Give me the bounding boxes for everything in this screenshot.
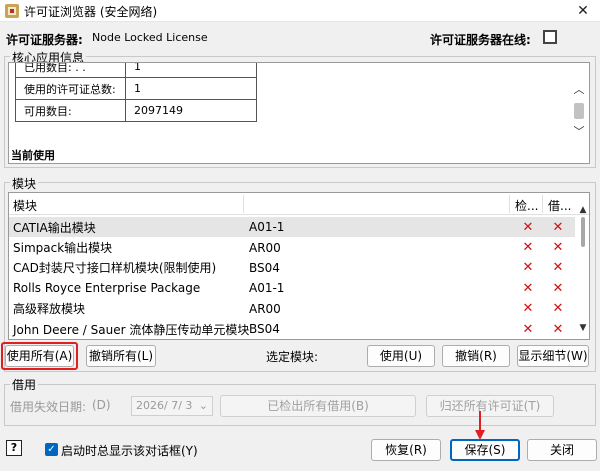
current-use-label: 当前使用 — [11, 149, 55, 162]
table-row[interactable]: Simpack输出模块 AR00 ✕ ✕ — [9, 237, 575, 257]
table-row[interactable]: Rolls Royce Enterprise Package A01-1 ✕ ✕ — [9, 278, 575, 298]
app-icon — [5, 4, 19, 18]
borrow-x-icon[interactable]: ✕ — [543, 220, 573, 235]
module-code: A01-1 — [249, 220, 285, 235]
column-divider[interactable] — [509, 195, 510, 213]
use-button[interactable]: 使用(U) — [367, 345, 435, 367]
modules-title: 模块 — [10, 175, 39, 192]
server-label: 许可证服务器: — [6, 33, 83, 47]
borrow-date-value: 2026/ 7/ 3 — [136, 399, 193, 412]
module-name: Simpack输出模块 — [13, 241, 113, 256]
table-row[interactable]: 高级释放模块 AR00 ✕ ✕ — [9, 299, 575, 319]
table-cell: 1 — [125, 63, 257, 78]
borrow-expiry-hint: (D) — [92, 398, 111, 412]
scrollbar-thumb[interactable] — [581, 217, 585, 247]
server-online-label: 许可证服务器在线: — [430, 33, 531, 47]
modules-table: 模块 检... 借... CATIA输出模块 A01-1 ✕ ✕ Simpack… — [8, 192, 590, 340]
restore-button[interactable]: 恢复(R) — [371, 439, 441, 461]
selected-modules-label: 选定模块: — [266, 350, 319, 364]
core-info-table: 已用数目: . . 1 使用的许可证总数: 1 可用数目: 2097149 — [15, 63, 257, 122]
startup-checkbox-label: 启动时总显示该对话框(Y) — [61, 444, 198, 458]
module-name: CATIA输出模块 — [13, 220, 96, 235]
server-value: Node Locked License — [92, 31, 208, 44]
return-all-button[interactable]: 归还所有许可证(T) — [426, 395, 554, 417]
column-divider[interactable] — [243, 195, 244, 213]
borrow-x-icon[interactable]: ✕ — [543, 260, 573, 275]
table-row[interactable]: CATIA输出模块 A01-1 ✕ ✕ — [9, 217, 575, 238]
save-button[interactable]: 保存(S) — [450, 439, 520, 461]
checked-out-all-button[interactable]: 已检出所有借用(B) — [220, 395, 416, 417]
borrow-expiry-label: 借用失效日期: — [10, 400, 87, 414]
scroll-down-icon[interactable]: ﹀ — [571, 123, 587, 139]
table-row[interactable]: John Deere / Sauer 流体静压传动单元模块 BS04 ✕ ✕ — [9, 319, 575, 339]
check-x-icon[interactable]: ✕ — [513, 240, 543, 255]
borrow-x-icon[interactable]: ✕ — [543, 301, 573, 316]
borrow-title: 借用 — [10, 376, 39, 393]
revoke-button[interactable]: 撤销(R) — [442, 345, 510, 367]
scroll-up-icon[interactable]: ︿ — [571, 81, 587, 97]
column-divider[interactable] — [542, 195, 543, 213]
check-x-icon[interactable]: ✕ — [513, 322, 543, 337]
module-name: Rolls Royce Enterprise Package — [13, 281, 201, 296]
chevron-down-icon[interactable]: ⌄ — [199, 397, 208, 415]
table-row: 已用数目: . . 1 — [15, 63, 257, 78]
table-cell: 已用数目: . . — [15, 63, 126, 78]
revoke-all-button[interactable]: 撤销所有(L) — [86, 345, 156, 367]
close-window-icon[interactable]: ✕ — [566, 0, 600, 22]
borrow-x-icon[interactable]: ✕ — [543, 281, 573, 296]
table-cell: 2097149 — [125, 99, 257, 122]
module-name: 高级释放模块 — [13, 302, 86, 317]
module-name: John Deere / Sauer 流体静压传动单元模块 — [13, 322, 249, 337]
scroll-up-icon[interactable]: ▲ — [577, 205, 589, 215]
borrow-x-icon[interactable]: ✕ — [543, 240, 573, 255]
table-row: 可用数目: 2097149 — [15, 99, 257, 122]
table-cell: 可用数目: — [15, 99, 126, 122]
help-icon[interactable]: ? — [6, 440, 22, 456]
column-header-check[interactable]: 检... — [515, 197, 538, 214]
check-x-icon[interactable]: ✕ — [513, 220, 543, 235]
startup-checkbox[interactable]: ✓ — [45, 443, 58, 456]
scrollbar-thumb[interactable] — [574, 103, 584, 119]
column-header-borrow[interactable]: 借... — [548, 197, 571, 214]
table-row: 使用的许可证总数: 1 — [15, 77, 257, 100]
check-x-icon[interactable]: ✕ — [513, 260, 543, 275]
core-info-panel: 已用数目: . . 1 使用的许可证总数: 1 可用数目: 2097149 当前… — [8, 62, 590, 164]
check-x-icon[interactable]: ✕ — [513, 301, 543, 316]
server-online-indicator — [543, 30, 557, 44]
module-code: AR00 — [249, 240, 281, 255]
table-row[interactable]: CAD封装尺寸接口样机模块(限制使用) BS04 ✕ ✕ — [9, 258, 575, 278]
check-x-icon[interactable]: ✕ — [513, 281, 543, 296]
module-code: BS04 — [249, 260, 280, 275]
scroll-down-icon[interactable]: ▼ — [577, 323, 589, 333]
borrow-date-picker[interactable]: 2026/ 7/ 3 ⌄ — [131, 396, 213, 416]
table-cell: 1 — [125, 77, 257, 100]
module-code: BS04 — [249, 322, 280, 337]
modules-header: 模块 检... 借... — [9, 193, 589, 215]
modules-scrollbar[interactable]: ▲ ▼ — [577, 205, 589, 339]
annotation-arrow-icon — [475, 411, 485, 440]
module-code: AR00 — [249, 301, 281, 316]
window-title: 许可证浏览器 (安全网络) — [24, 5, 158, 19]
core-info-scrollbar[interactable]: ︿ ﹀ — [571, 65, 587, 161]
module-code: A01-1 — [249, 281, 285, 296]
column-header-module[interactable]: 模块 — [13, 197, 37, 214]
borrow-x-icon[interactable]: ✕ — [543, 322, 573, 337]
modules-rows: CATIA输出模块 A01-1 ✕ ✕ Simpack输出模块 AR00 ✕ ✕… — [9, 217, 575, 339]
table-cell: 使用的许可证总数: — [15, 77, 126, 100]
module-name: CAD封装尺寸接口样机模块(限制使用) — [13, 261, 217, 276]
show-details-button[interactable]: 显示细节(W) — [517, 345, 589, 367]
close-button[interactable]: 关闭 — [527, 439, 597, 461]
use-all-button[interactable]: 使用所有(A) — [5, 345, 74, 367]
